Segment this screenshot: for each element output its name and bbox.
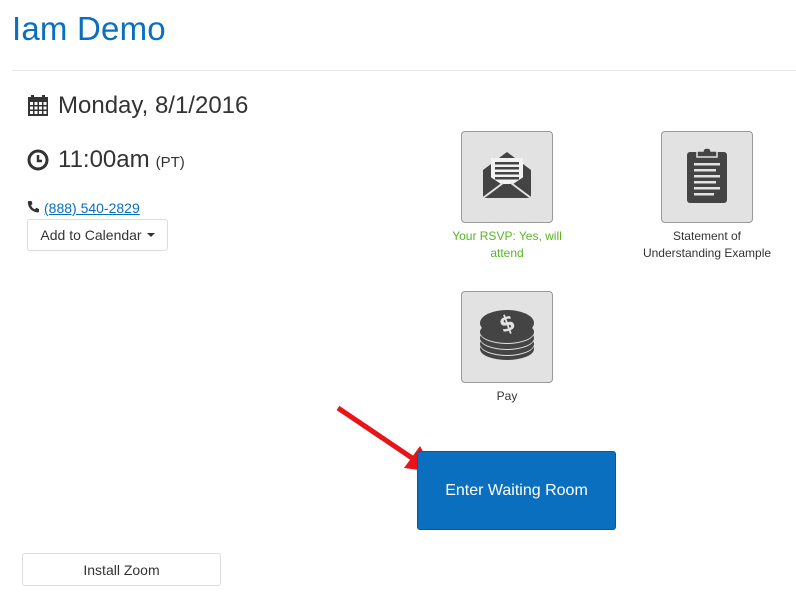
envelope-icon xyxy=(479,150,535,205)
caret-down-icon xyxy=(146,233,155,237)
add-to-calendar-button[interactable]: Add to Calendar xyxy=(27,219,168,251)
phone-icon xyxy=(27,200,40,216)
pay-label: Pay xyxy=(496,389,518,403)
rsvp-tile[interactable]: Your RSVP: Yes, will attend xyxy=(437,131,577,262)
event-date-text: Monday, 8/1/2016 xyxy=(58,92,249,119)
pay-tile-box[interactable]: $ xyxy=(461,291,553,383)
add-to-calendar-label: Add to Calendar xyxy=(40,227,142,243)
calendar-icon xyxy=(27,95,49,117)
install-zoom-button[interactable]: Install Zoom xyxy=(22,553,221,586)
event-date: Monday, 8/1/2016 xyxy=(27,92,248,120)
phone-link[interactable]: (888) 540-2829 xyxy=(44,200,140,216)
rsvp-status: Your RSVP: Yes, will attend xyxy=(452,229,562,260)
statement-tile-box[interactable] xyxy=(661,131,753,223)
clock-icon xyxy=(27,149,49,171)
header-divider xyxy=(12,70,796,71)
statement-tile[interactable]: Statement of Understanding Example xyxy=(637,131,777,262)
coins-icon: $ xyxy=(479,309,535,366)
timezone-label: (PT) xyxy=(155,153,185,171)
page-title: Iam Demo xyxy=(12,10,166,47)
pay-tile[interactable]: $ Pay xyxy=(437,291,577,405)
phone-row: (888) 540-2829 xyxy=(27,200,140,216)
enter-waiting-room-button[interactable]: Enter Waiting Room xyxy=(417,451,616,530)
event-time-text: 11:00am xyxy=(58,146,150,173)
rsvp-tile-box[interactable] xyxy=(461,131,553,223)
event-time: 11:00am (PT) xyxy=(27,146,185,174)
clipboard-icon xyxy=(687,146,727,208)
statement-label: Statement of Understanding Example xyxy=(642,229,772,260)
